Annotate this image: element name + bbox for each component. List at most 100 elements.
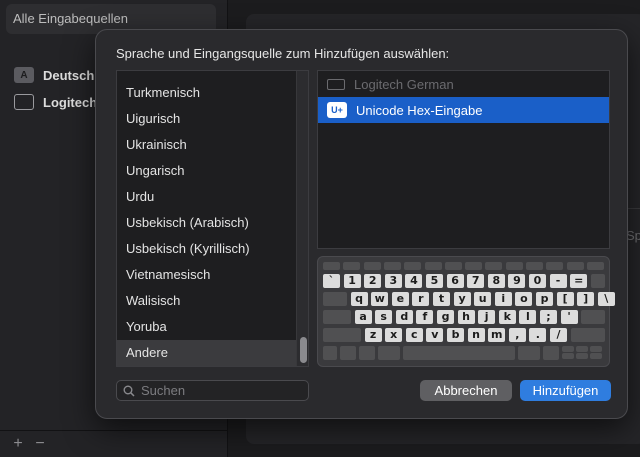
list-item-selected[interactable]: Andere: [117, 340, 308, 366]
keyboard-key: m: [488, 328, 506, 342]
keyboard-key: [: [556, 292, 574, 306]
function-key: [485, 262, 503, 270]
sidebar-toolbar: + −: [0, 430, 228, 457]
keyboard-key: 4: [405, 274, 423, 288]
keyboard-key: ': [560, 310, 578, 324]
sidebar-item-logitech[interactable]: Logitech: [14, 92, 97, 112]
caps-key: [323, 310, 351, 324]
keyboard-key: 8: [487, 274, 505, 288]
keyboard-key: ,: [508, 328, 526, 342]
panel-partial-label: Sp: [626, 228, 640, 243]
keyboard-key: 5: [426, 274, 443, 288]
keyboard-key: f: [416, 310, 434, 324]
modifier-key: [340, 346, 356, 360]
list-scrollbar[interactable]: [296, 71, 308, 366]
arrow-key: [590, 346, 602, 352]
keyboard-key: b: [447, 328, 464, 342]
list-item[interactable]: Ukrainisch: [117, 132, 308, 158]
modifier-key: [323, 346, 337, 360]
keyboard-key: d: [395, 310, 413, 324]
arrow-key: [562, 346, 574, 352]
function-key: [505, 262, 523, 270]
keyboard-key: 3: [384, 274, 402, 288]
list-item[interactable]: Uigurisch: [117, 106, 308, 132]
keyboard-key: a: [354, 310, 372, 324]
function-key: [424, 262, 442, 270]
list-item[interactable]: Vietnamesisch: [117, 262, 308, 288]
keyboard-key: 9: [508, 274, 526, 288]
search-input[interactable]: [141, 383, 291, 398]
source-label: Unicode Hex-Eingabe: [356, 102, 483, 118]
function-key: [546, 262, 564, 270]
function-key: [586, 262, 604, 270]
search-icon: [123, 385, 135, 397]
keyboard-key: t: [433, 292, 450, 306]
input-source-list[interactable]: Logitech German U+ Unicode Hex-Eingabe: [317, 70, 610, 249]
search-field[interactable]: [116, 380, 309, 401]
shift-key: [323, 328, 361, 342]
source-item-logitech-german: Logitech German: [318, 71, 609, 97]
keyboard-key: x: [385, 328, 403, 342]
add-button[interactable]: Hinzufügen: [520, 380, 611, 401]
list-item[interactable]: Walisisch: [117, 288, 308, 314]
modifier-key: [359, 346, 375, 360]
list-item[interactable]: Usbekisch (Kyrillisch): [117, 236, 308, 262]
keyboard-key: o: [515, 292, 533, 306]
keyboard-key: n: [467, 328, 485, 342]
keyboard-key: z: [364, 328, 382, 342]
list-item[interactable]: Yoruba: [117, 314, 308, 340]
arrow-key: [562, 353, 574, 359]
function-key: [363, 262, 381, 270]
sheet-title: Sprache und Eingangsquelle zum Hinzufüge…: [116, 46, 450, 61]
keyboard-key: /: [550, 328, 567, 342]
sidebar-item-deutsch[interactable]: A Deutsch: [14, 65, 94, 85]
delete-key: [590, 274, 605, 288]
keyboard-key: h: [457, 310, 475, 324]
keyboard-key: s: [375, 310, 393, 324]
arrow-key: [590, 353, 602, 359]
keyboard-key: j: [478, 310, 496, 324]
keyboard-key: =: [570, 274, 588, 288]
function-key: [566, 262, 584, 270]
keyboard-icon: [327, 78, 345, 90]
list-item[interactable]: Urdu: [117, 184, 308, 210]
add-source-button[interactable]: +: [7, 435, 29, 453]
sidebar-item-label: Deutsch: [43, 67, 95, 83]
keyboard-key: r: [412, 292, 430, 306]
keyboard-key: 7: [467, 274, 485, 288]
function-key: [383, 262, 401, 270]
keyboard-key: q: [350, 292, 368, 306]
keyboard-key: l: [519, 310, 537, 324]
return-key: [581, 310, 605, 324]
keyboard-key: 1: [343, 274, 361, 288]
arrow-key: [576, 353, 588, 359]
remove-source-button[interactable]: −: [29, 435, 51, 453]
keyboard-key: w: [371, 292, 389, 306]
function-key: [465, 262, 483, 270]
function-key: [404, 262, 422, 270]
list-item[interactable]: Ungarisch: [117, 158, 308, 184]
list-item[interactable]: Usbekisch (Arabisch): [117, 210, 308, 236]
source-item-unicode-hex[interactable]: U+ Unicode Hex-Eingabe: [318, 97, 609, 123]
keyboard-key: 0: [529, 274, 546, 288]
keyboard-key: 6: [446, 274, 464, 288]
tab-key: [323, 292, 347, 306]
list-item[interactable]: Turkmenisch: [117, 80, 308, 106]
language-list[interactable]: Turkmenisch Uigurisch Ukrainisch Ungaris…: [116, 70, 309, 367]
function-key: [444, 262, 462, 270]
scrollbar-thumb[interactable]: [300, 337, 307, 363]
function-key: [526, 262, 543, 270]
keyboard-icon: [14, 94, 34, 110]
keyboard-key: ;: [540, 310, 557, 324]
keyboard-key: `: [323, 274, 340, 288]
keyboard-preview: ` 1 2 3 4 5 6 7 8 9 0- = q w e r t y u i o p[] \ a s d f g h j k l; ' z x c…: [317, 256, 615, 367]
function-key: [343, 262, 361, 270]
keyboard-key: -: [549, 274, 567, 288]
keyboard-key: u: [474, 292, 492, 306]
keyboard-key: i: [494, 292, 512, 306]
keyboard-key: g: [437, 310, 454, 324]
cancel-button[interactable]: Abbrechen: [420, 380, 512, 401]
modifier-key: [378, 346, 400, 360]
arrow-key: [576, 346, 588, 352]
keyboard-key: k: [498, 310, 516, 324]
